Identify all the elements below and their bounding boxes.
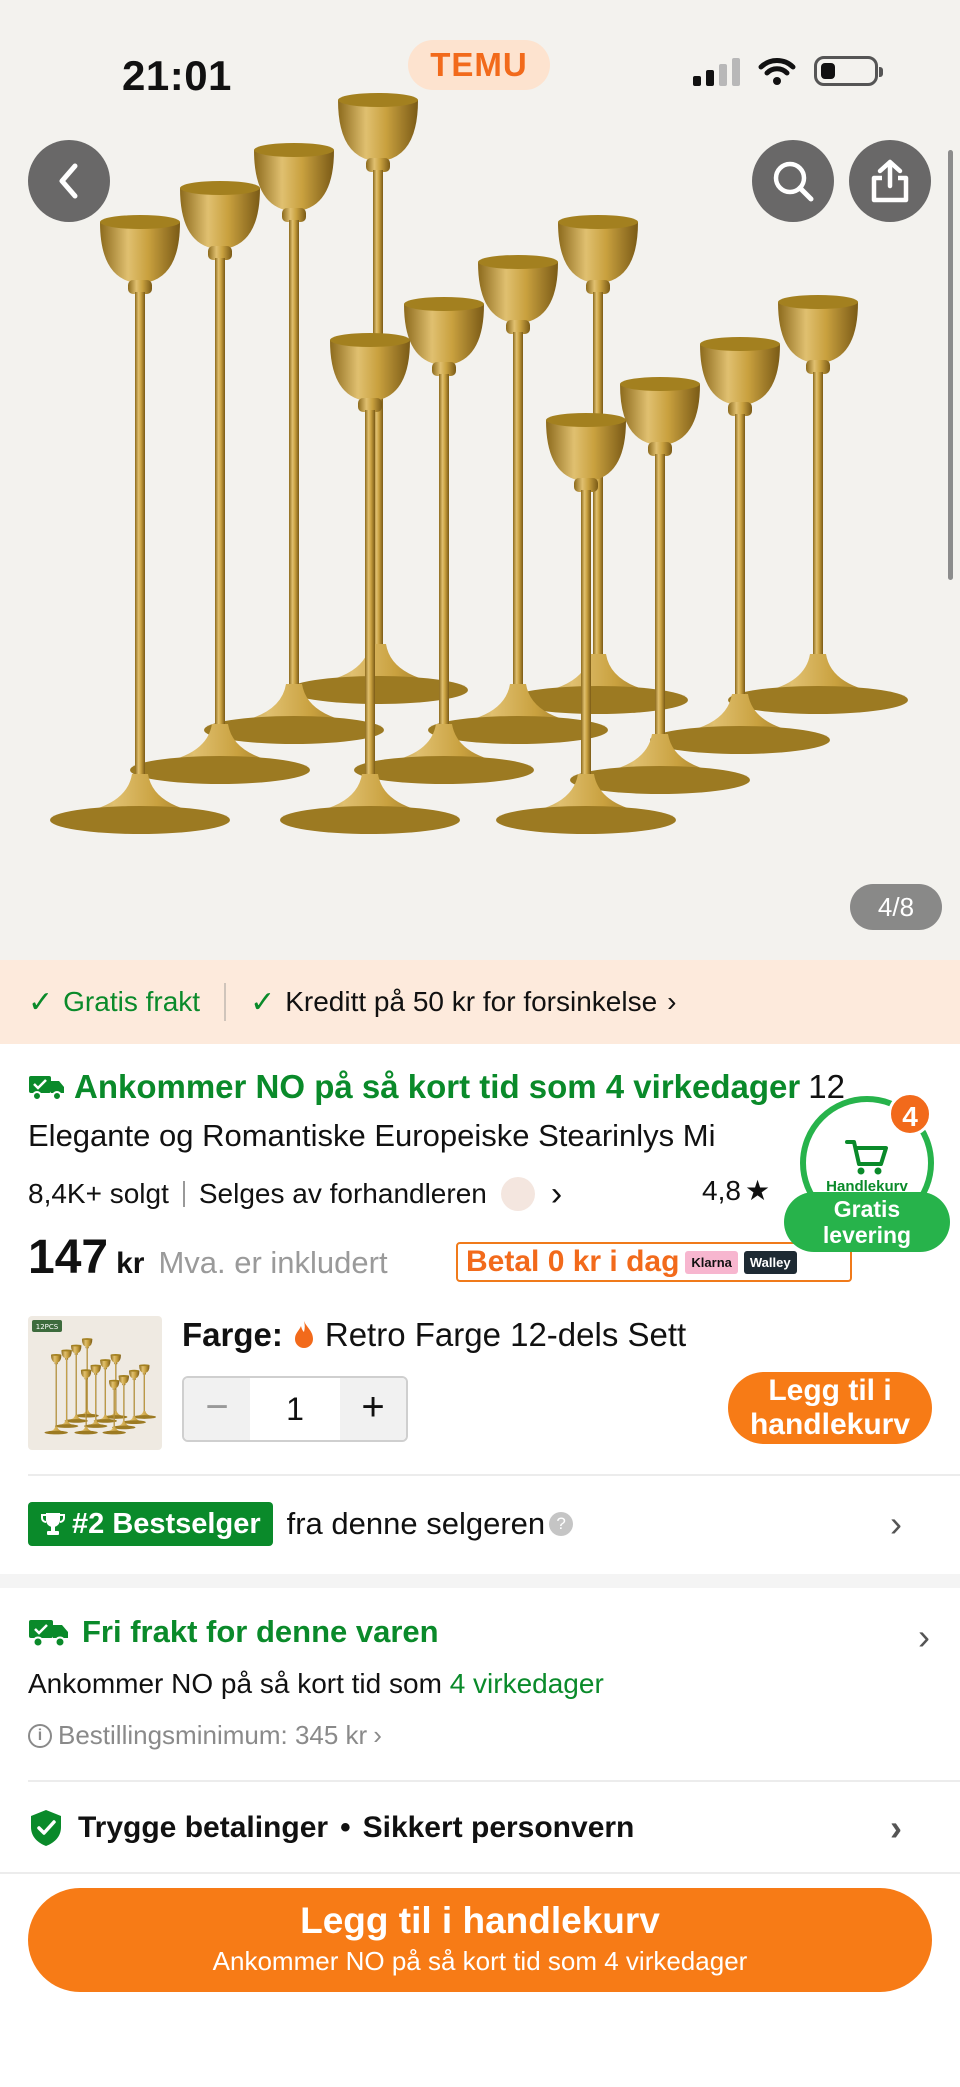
variant-value: Retro Farge 12-dels Sett bbox=[324, 1316, 687, 1353]
perk-free-shipping: ✓ Gratis frakt bbox=[28, 985, 200, 1020]
sold-count: 8,4K+ solgt bbox=[28, 1178, 169, 1209]
flame-icon bbox=[294, 1321, 313, 1348]
bestseller-badge-label: #2 Bestselger bbox=[72, 1508, 261, 1540]
shipping-eta-prefix: Ankommer NO på så kort tid som bbox=[28, 1668, 442, 1699]
add-to-cart-button[interactable]: Legg til i handlekurv Ankommer NO på så … bbox=[28, 1888, 932, 1992]
perks-bar[interactable]: ✓ Gratis frakt ✓ Kreditt på 50 kr for fo… bbox=[0, 960, 960, 1044]
quantity-increase-button[interactable]: + bbox=[340, 1378, 406, 1440]
add-to-cart-small-button[interactable]: Legg til i handlekurv bbox=[728, 1372, 932, 1444]
check-icon: ✓ bbox=[28, 985, 54, 1019]
chevron-right-icon: › bbox=[890, 1807, 902, 1848]
chevron-right-icon: › bbox=[890, 1503, 902, 1544]
add-to-cart-eta: Ankommer NO på så kort tid som 4 virkeda… bbox=[212, 1946, 748, 1976]
search-button[interactable] bbox=[752, 140, 834, 222]
bestseller-text: fra denne selgeren bbox=[286, 1506, 546, 1541]
seller-logo bbox=[500, 1177, 535, 1211]
section-separator bbox=[0, 1574, 960, 1588]
help-icon[interactable]: ? bbox=[549, 1512, 574, 1536]
secure-privacy-label: Sikkert personvern bbox=[362, 1811, 635, 1844]
product-title[interactable]: Elegante og Romantiske Europeiske Steari… bbox=[28, 1118, 808, 1154]
price: 147 bbox=[28, 1231, 109, 1284]
chevron-right-icon: › bbox=[550, 1174, 563, 1213]
free-delivery-line1: Gratis bbox=[833, 1196, 901, 1222]
product-title-start: 12 bbox=[808, 1068, 845, 1105]
meta-separator bbox=[182, 1181, 185, 1207]
search-icon bbox=[773, 161, 814, 202]
order-minimum-label: Bestillingsminimum: 345 kr bbox=[58, 1720, 368, 1750]
free-delivery-line2: levering bbox=[822, 1222, 912, 1248]
info-icon: i bbox=[28, 1723, 52, 1748]
temu-logo: TEMU bbox=[408, 40, 550, 90]
add-to-cart-label: Legg til i handlekurv bbox=[300, 1900, 660, 1941]
shield-check-icon bbox=[31, 1810, 61, 1846]
divider bbox=[28, 1474, 960, 1476]
quantity-value[interactable]: 1 bbox=[250, 1391, 340, 1428]
bullet-separator: • bbox=[340, 1811, 351, 1844]
walley-logo: Walley bbox=[743, 1250, 797, 1274]
vat-note: Mva. er inkludert bbox=[158, 1245, 388, 1280]
scrollbar bbox=[948, 150, 953, 580]
secure-payments-label: Trygge betalinger bbox=[78, 1811, 329, 1844]
product-title-line1[interactable]: Ankommer NO på så kort tid som 4 virkeda… bbox=[28, 1068, 845, 1106]
cart-icon bbox=[845, 1139, 888, 1174]
shipping-eta: Ankommer NO på så kort tid som 4 virkeda… bbox=[28, 1668, 604, 1700]
share-icon bbox=[871, 159, 909, 203]
shipping-title[interactable]: Fri frakt for denne varen bbox=[28, 1614, 439, 1650]
chevron-right-icon: › bbox=[667, 986, 677, 1017]
shipping-title-label: Fri frakt for denne varen bbox=[82, 1614, 439, 1649]
quantity-stepper[interactable]: − 1 + bbox=[182, 1376, 408, 1442]
wifi-icon bbox=[758, 58, 796, 85]
delivery-headline: Ankommer NO på så kort tid som 4 virkeda… bbox=[74, 1068, 801, 1105]
divider bbox=[0, 1872, 960, 1874]
divider bbox=[28, 1780, 960, 1782]
price-currency: kr bbox=[116, 1247, 145, 1280]
signal-icon bbox=[693, 56, 740, 86]
chevron-left-icon bbox=[59, 163, 78, 199]
perk-credit-label: Kreditt på 50 kr for forsinkelse bbox=[285, 986, 658, 1017]
bestseller-badge: #2 Bestselger bbox=[28, 1502, 273, 1546]
pay-later-text: Betal 0 kr i dag bbox=[466, 1245, 680, 1278]
variant-key: Farge: bbox=[182, 1316, 283, 1353]
perk-credit[interactable]: ✓ Kreditt på 50 kr for forsinkelse › bbox=[250, 985, 676, 1020]
back-button[interactable] bbox=[28, 140, 110, 222]
trophy-icon bbox=[41, 1513, 65, 1535]
chevron-right-icon[interactable]: › bbox=[918, 1616, 930, 1658]
bestseller-row[interactable]: #2 Bestselger fra denne selgeren ? › bbox=[28, 1502, 932, 1546]
free-delivery-badge: Gratis levering bbox=[784, 1192, 950, 1252]
chevron-right-icon: › bbox=[373, 1720, 382, 1750]
perk-free-shipping-label: Gratis frakt bbox=[63, 986, 201, 1017]
variant-thumbnail-image: 12PCS bbox=[32, 1320, 157, 1435]
product-image-candle-holders bbox=[50, 93, 908, 834]
truck-icon bbox=[29, 1620, 68, 1648]
seller-label[interactable]: Selges av forhandleren bbox=[199, 1178, 487, 1210]
status-time: 21:01 bbox=[122, 52, 232, 99]
status-icons bbox=[693, 56, 883, 86]
truck-icon bbox=[29, 1076, 64, 1101]
product-image-gallery[interactable]: 21:01 TEMU 4/8 bbox=[0, 0, 960, 960]
order-minimum[interactable]: i Bestillingsminimum: 345 kr › bbox=[28, 1720, 382, 1751]
pay-later-banner[interactable]: Betal 0 kr i dag Klarna Walley bbox=[456, 1242, 852, 1282]
rating[interactable]: 4,8 ★ bbox=[702, 1174, 770, 1207]
price-row: 147 kr Mva. er inkludert bbox=[28, 1230, 388, 1290]
quantity-decrease-button[interactable]: − bbox=[184, 1378, 250, 1440]
image-counter: 4/8 bbox=[850, 884, 942, 930]
perk-divider bbox=[224, 983, 227, 1021]
add-to-cart-small-line2: handlekurv bbox=[749, 1408, 911, 1441]
thumb-badge-text: 12PCS bbox=[36, 1323, 59, 1331]
shipping-eta-days: 4 virkedager bbox=[449, 1668, 604, 1699]
rating-value: 4,8 bbox=[702, 1174, 741, 1206]
share-button[interactable] bbox=[849, 140, 931, 222]
klarna-logo: Klarna bbox=[685, 1250, 738, 1274]
check-icon: ✓ bbox=[250, 985, 276, 1019]
cart-count-badge: 4 bbox=[888, 1092, 932, 1136]
battery-icon bbox=[814, 56, 883, 86]
star-icon: ★ bbox=[744, 1175, 771, 1206]
variant-thumbnail[interactable]: 12PCS bbox=[28, 1316, 162, 1450]
security-row[interactable]: Trygge betalinger • Sikkert personvern › bbox=[28, 1804, 932, 1852]
variant-label[interactable]: Farge: Retro Farge 12-dels Sett bbox=[182, 1316, 686, 1354]
add-to-cart-small-line1: Legg til i bbox=[768, 1374, 892, 1407]
